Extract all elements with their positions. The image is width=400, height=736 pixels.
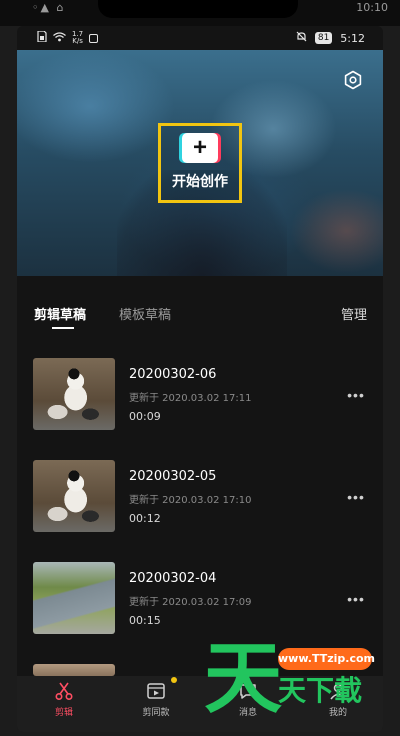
nav-edit-label: 剪辑	[54, 707, 73, 717]
draft-thumbnail	[33, 562, 115, 634]
plus-icon: +	[182, 133, 218, 163]
draft-item[interactable]: 20200302-04 更新于 2020.03.02 17:09 00:15 •…	[17, 562, 383, 650]
more-options-button[interactable]: •••	[345, 490, 367, 504]
network-speed: 1.7 K/s	[72, 31, 83, 45]
tab-template-drafts[interactable]: 模板草稿	[119, 304, 171, 323]
device-signal-indicators: ◦▲ ⌂	[32, 1, 66, 14]
draft-title: 20200302-06	[129, 367, 217, 382]
draft-updated-time: 更新于 2020.03.02 17:11	[129, 393, 252, 404]
message-icon	[238, 680, 258, 702]
nav-messages[interactable]: 消息	[213, 676, 283, 732]
draft-duration: 00:12	[129, 512, 161, 525]
app-screen: 1.7 K/s 81 5:12 + 开始创作 剪辑草稿 模板草稿 管理 2020…	[17, 26, 383, 732]
more-icon: •••	[347, 489, 365, 505]
draft-duration: 00:15	[129, 614, 161, 627]
active-tab-indicator	[52, 327, 74, 329]
nav-profile[interactable]: 我的	[303, 676, 373, 732]
start-creation-button[interactable]: + 开始创作	[158, 123, 242, 203]
draft-updated-time: 更新于 2020.03.02 17:09	[129, 597, 252, 608]
more-options-button[interactable]: •••	[345, 592, 367, 606]
new-content-badge	[171, 677, 177, 683]
draft-thumbnail	[33, 460, 115, 532]
settings-button[interactable]	[343, 70, 363, 90]
notification-icon	[89, 33, 99, 43]
nav-template-label: 剪同款	[142, 707, 170, 717]
start-creation-label: 开始创作	[172, 173, 228, 189]
sim-icon	[37, 30, 47, 45]
device-top-bar: ◦▲ ⌂ 10:10	[0, 0, 400, 26]
more-icon: •••	[347, 387, 365, 403]
profile-icon	[328, 680, 348, 702]
hero-banner: + 开始创作	[17, 50, 383, 276]
nav-template[interactable]: 剪同款	[121, 676, 191, 732]
battery-indicator: 81	[314, 32, 333, 44]
draft-duration: 00:09	[129, 410, 161, 423]
settings-icon	[343, 70, 363, 93]
status-time: 5:12	[340, 31, 365, 45]
more-options-button[interactable]: •••	[345, 388, 367, 402]
nav-edit[interactable]: 剪辑	[29, 676, 99, 732]
mute-icon	[296, 31, 307, 45]
draft-title: 20200302-04	[129, 571, 217, 586]
speed-unit: K/s	[72, 37, 83, 45]
nav-profile-label: 我的	[328, 707, 347, 717]
draft-item-partial[interactable]	[17, 664, 383, 676]
draft-item[interactable]: 20200302-05 更新于 2020.03.02 17:10 00:12 •…	[17, 460, 383, 548]
draft-tabs: 剪辑草稿 模板草稿 管理	[17, 276, 383, 329]
status-bar: 1.7 K/s 81 5:12	[17, 26, 383, 50]
more-icon: •••	[347, 591, 365, 607]
draft-updated-time: 更新于 2020.03.02 17:10	[129, 495, 252, 506]
scissors-icon	[54, 680, 74, 702]
nav-messages-label: 消息	[238, 707, 257, 717]
device-frame: ◦▲ ⌂ 10:10 1.7 K/s 81 5:12 + 开始创作 剪辑草稿 模…	[0, 0, 400, 736]
bottom-navigation: 剪辑 剪同款 消息 我的	[17, 676, 383, 732]
template-icon	[146, 680, 166, 702]
wifi-icon	[53, 31, 66, 45]
device-notch	[98, 0, 298, 18]
draft-thumbnail	[33, 664, 115, 676]
draft-title: 20200302-05	[129, 469, 217, 484]
manage-button[interactable]: 管理	[341, 304, 367, 323]
draft-thumbnail	[33, 358, 115, 430]
draft-item[interactable]: 20200302-06 更新于 2020.03.02 17:11 00:09 •…	[17, 358, 383, 446]
device-clock: 10:10	[356, 1, 388, 14]
tab-edit-drafts[interactable]: 剪辑草稿	[34, 304, 86, 323]
